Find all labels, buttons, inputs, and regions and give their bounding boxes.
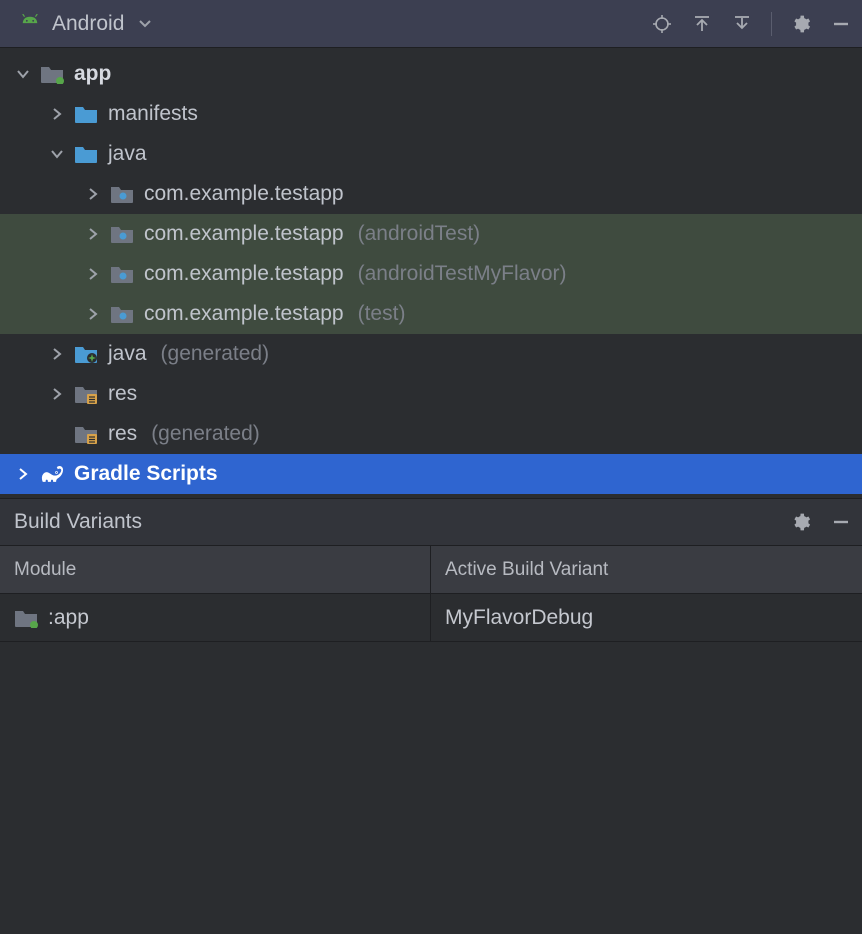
module-folder-icon bbox=[14, 607, 38, 629]
project-toolbar: Android bbox=[0, 0, 862, 48]
tree-label: com.example.testapp bbox=[144, 182, 344, 206]
minimize-icon[interactable] bbox=[830, 13, 852, 35]
module-folder-icon bbox=[40, 63, 64, 85]
module-name: :app bbox=[48, 606, 89, 630]
tree-label-suffix: (test) bbox=[358, 302, 406, 326]
expand-all-icon[interactable] bbox=[691, 13, 713, 35]
tree-node-gradle-scripts[interactable]: Gradle Scripts bbox=[0, 454, 862, 494]
tree-label-suffix: (generated) bbox=[151, 422, 260, 446]
chevron-right-icon[interactable] bbox=[50, 108, 64, 120]
package-icon bbox=[110, 183, 134, 205]
gear-icon[interactable] bbox=[790, 13, 812, 35]
tree-node-pkg-androidtest[interactable]: com.example.testapp (androidTest) bbox=[0, 214, 862, 254]
package-icon bbox=[110, 223, 134, 245]
package-icon bbox=[110, 303, 134, 325]
gradle-icon bbox=[40, 463, 64, 485]
gear-icon[interactable] bbox=[790, 511, 812, 533]
cell-variant[interactable]: MyFlavorDebug bbox=[431, 594, 862, 642]
tree-node-pkg-androidtestmyflavor[interactable]: com.example.testapp (androidTestMyFlavor… bbox=[0, 254, 862, 294]
build-variants-table: Module Active Build Variant :app MyFlavo… bbox=[0, 546, 862, 642]
tree-node-manifests[interactable]: manifests bbox=[0, 94, 862, 134]
tree-label-suffix: (androidTestMyFlavor) bbox=[358, 262, 567, 286]
tree-node-java[interactable]: java bbox=[0, 134, 862, 174]
tree-label: java bbox=[108, 342, 147, 366]
tree-node-res[interactable]: res bbox=[0, 374, 862, 414]
build-variants-header: Build Variants bbox=[0, 498, 862, 546]
folder-icon bbox=[74, 143, 98, 165]
table-row[interactable]: :app MyFlavorDebug bbox=[0, 594, 862, 642]
col-header-module: Module bbox=[0, 546, 431, 594]
tree-label: com.example.testapp bbox=[144, 262, 344, 286]
chevron-down-icon[interactable] bbox=[16, 69, 30, 79]
chevron-right-icon[interactable] bbox=[50, 388, 64, 400]
tree-node-pkg-main[interactable]: com.example.testapp bbox=[0, 174, 862, 214]
tree-label: app bbox=[74, 62, 111, 86]
chevron-right-icon[interactable] bbox=[50, 348, 64, 360]
chevron-down-icon[interactable] bbox=[50, 149, 64, 159]
dropdown-icon[interactable] bbox=[134, 13, 156, 35]
project-tree: app manifests java com.example.testapp bbox=[0, 48, 862, 498]
android-icon bbox=[18, 13, 42, 35]
res-folder-icon bbox=[74, 383, 98, 405]
panel-title: Build Variants bbox=[14, 510, 790, 534]
tree-label-suffix: (androidTest) bbox=[358, 222, 481, 246]
tree-label: com.example.testapp bbox=[144, 222, 344, 246]
tree-label: res bbox=[108, 422, 137, 446]
tree-label: com.example.testapp bbox=[144, 302, 344, 326]
tree-label: Gradle Scripts bbox=[74, 462, 218, 486]
col-header-variant: Active Build Variant bbox=[431, 546, 862, 594]
locate-icon[interactable] bbox=[651, 13, 673, 35]
folder-icon bbox=[74, 103, 98, 125]
variant-name: MyFlavorDebug bbox=[445, 606, 593, 630]
res-folder-icon bbox=[74, 423, 98, 445]
generated-folder-icon bbox=[74, 343, 98, 365]
collapse-all-icon[interactable] bbox=[731, 13, 753, 35]
tree-label-suffix: (generated) bbox=[161, 342, 270, 366]
tree-node-res-generated[interactable]: res (generated) bbox=[0, 414, 862, 454]
package-icon bbox=[110, 263, 134, 285]
chevron-right-icon[interactable] bbox=[86, 228, 100, 240]
table-header-row: Module Active Build Variant bbox=[0, 546, 862, 594]
tree-label: java bbox=[108, 142, 147, 166]
project-view-label[interactable]: Android bbox=[52, 12, 124, 36]
tree-node-pkg-test[interactable]: com.example.testapp (test) bbox=[0, 294, 862, 334]
chevron-right-icon[interactable] bbox=[86, 268, 100, 280]
toolbar-separator bbox=[771, 12, 772, 36]
tree-node-java-generated[interactable]: java (generated) bbox=[0, 334, 862, 374]
cell-module[interactable]: :app bbox=[0, 594, 431, 642]
minimize-icon[interactable] bbox=[830, 511, 852, 533]
chevron-right-icon[interactable] bbox=[16, 468, 30, 480]
tree-label: res bbox=[108, 382, 137, 406]
chevron-right-icon[interactable] bbox=[86, 188, 100, 200]
tree-node-app[interactable]: app bbox=[0, 54, 862, 94]
chevron-right-icon[interactable] bbox=[86, 308, 100, 320]
tree-label: manifests bbox=[108, 102, 198, 126]
